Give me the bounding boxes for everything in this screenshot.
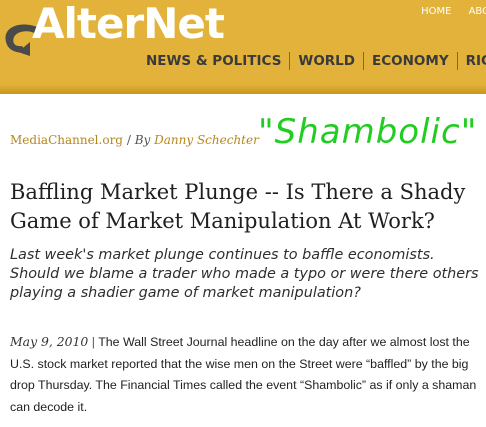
nav-item-economy[interactable]: ECONOMY [364,53,457,69]
top-link-about[interactable]: ABO [469,6,486,17]
article-deck: Last week's market plunge continues to b… [10,247,479,301]
article-date: May 9, 2010 [10,334,89,349]
main-nav: NEWS & POLITICS WORLD ECONOMY RIGHTS E [146,50,486,72]
article-body: May 9, 2010 | The Wall Street Journal he… [10,331,484,418]
nav-item-rights[interactable]: RIGHTS [458,53,486,69]
header-shade [0,84,486,94]
byline-by-label: By [134,133,151,147]
nav-item-news-politics[interactable]: NEWS & POLITICS [146,53,289,69]
article-byline: MediaChannel.org / By Danny Schechter [10,133,259,147]
author-link[interactable]: Danny Schechter [154,133,259,147]
logo-prefix: Alter [32,0,144,48]
site-header: AlterNet HOME ABO NEWS & POLITICS WORLD … [0,0,486,94]
top-links: HOME ABO [407,6,486,17]
nav-item-world[interactable]: WORLD [290,53,363,69]
shambolic-overlay-text: "Shambolic" [258,112,478,152]
logo-suffix: Net [143,0,225,48]
top-link-home[interactable]: HOME [421,6,451,17]
article-title: Baffling Market Plunge -- Is There a Sha… [10,180,466,233]
date-separator: | [91,335,95,349]
logo-wordmark: AlterNet [32,0,225,50]
byline-separator: / [126,133,131,147]
alternet-logo[interactable]: AlterNet [0,0,225,56]
source-link[interactable]: MediaChannel.org [10,133,123,147]
